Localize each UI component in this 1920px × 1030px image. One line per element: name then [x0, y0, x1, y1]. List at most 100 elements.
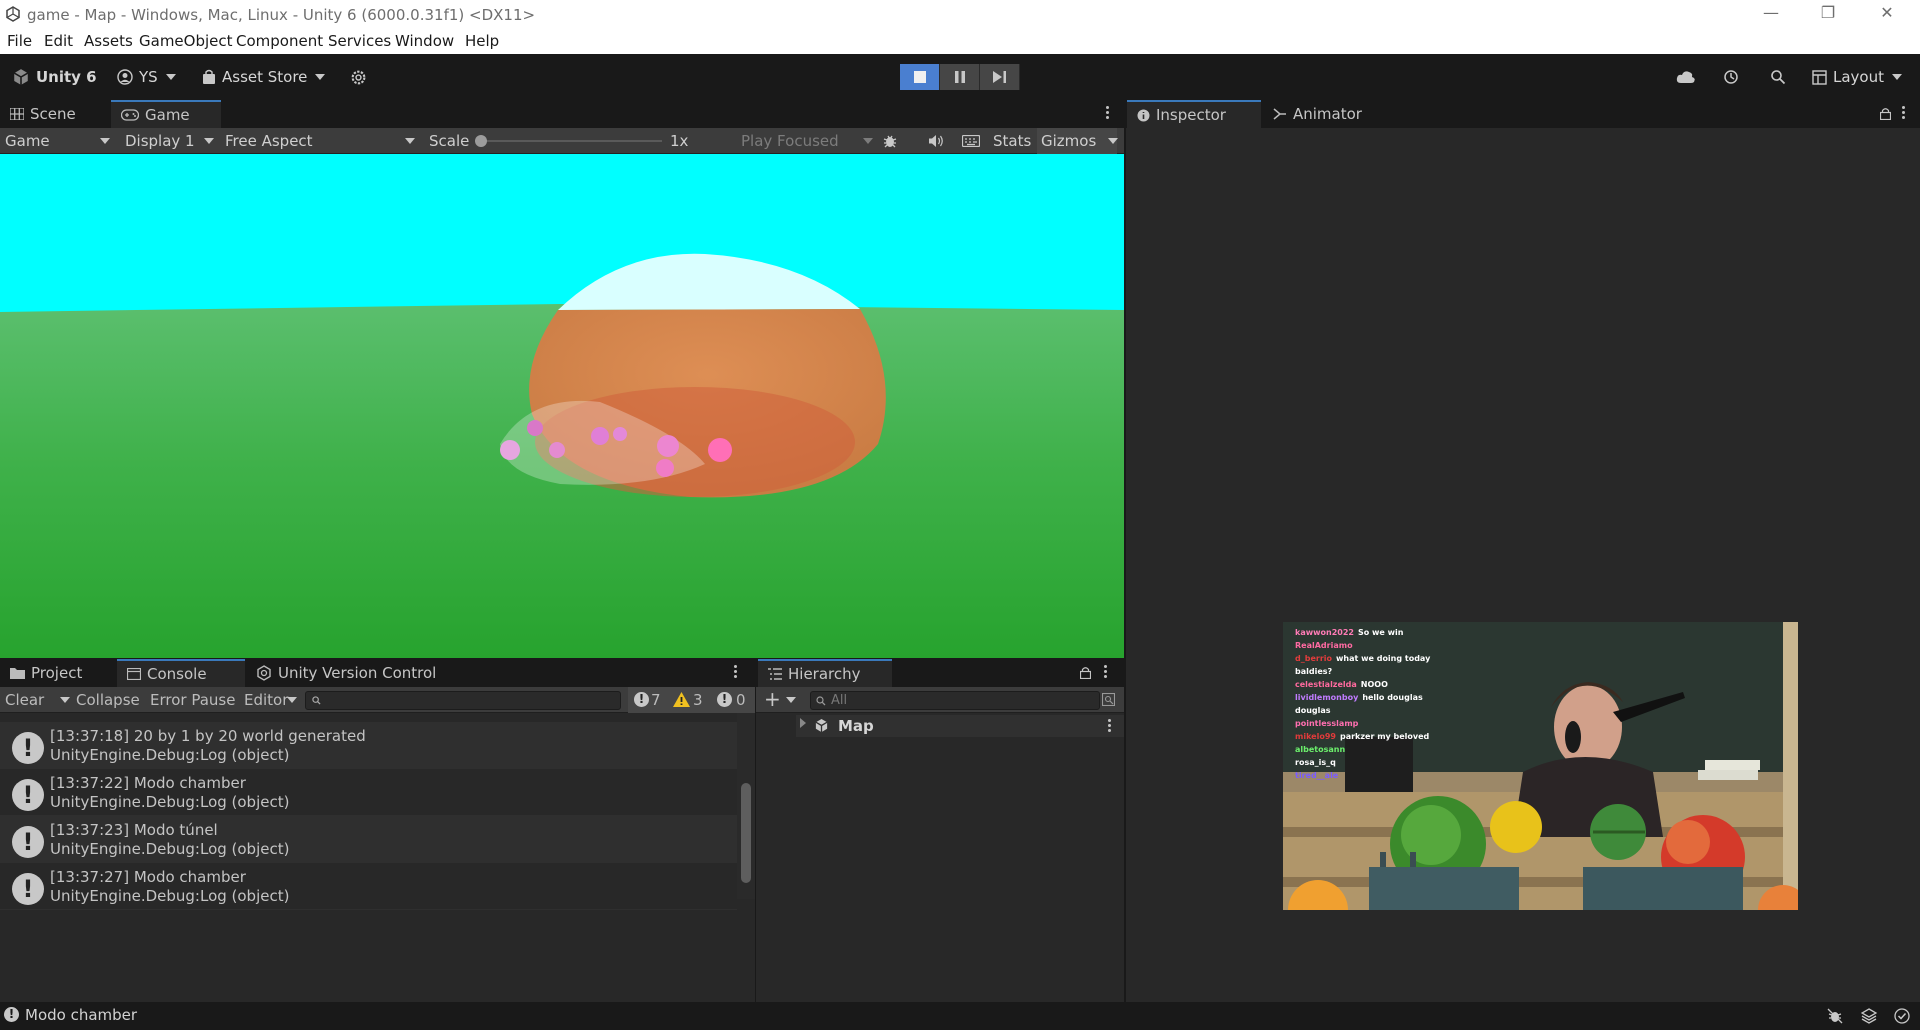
log-entry[interactable]: ! [13:37:27] Modo chamber UnityEngine.De…	[0, 863, 737, 910]
layout-dropdown[interactable]: Layout	[1812, 65, 1902, 89]
tab-game-label: Game	[145, 106, 190, 124]
scene-row-menu-icon[interactable]	[1108, 719, 1114, 735]
collapse-button[interactable]: Collapse	[76, 691, 140, 709]
scrollbar-thumb[interactable]	[741, 783, 751, 883]
error-count[interactable]: 0	[736, 691, 746, 709]
layers-icon[interactable]	[1861, 1008, 1877, 1024]
error-pause-button[interactable]: Error Pause	[150, 691, 235, 709]
lock-icon[interactable]	[1080, 666, 1091, 679]
menu-gameobject[interactable]: GameObject	[139, 32, 233, 50]
unity-logo-icon	[6, 6, 20, 22]
cloud-services-button[interactable]	[350, 65, 373, 89]
expand-arrow-icon[interactable]	[800, 718, 806, 728]
warning-icon[interactable]	[673, 692, 690, 707]
game-viewport[interactable]	[0, 154, 1124, 658]
panel-menu-icon[interactable]	[1106, 106, 1112, 122]
tab-animator[interactable]: Animator	[1263, 100, 1393, 128]
chat-text: baldies?	[1295, 667, 1333, 676]
pink-blob	[500, 440, 520, 460]
add-icon[interactable]: +	[764, 687, 781, 711]
status-bar: ! Modo chamber	[0, 1002, 1920, 1030]
panel-menu-icon[interactable]	[734, 665, 740, 681]
checkmark-circle-icon[interactable]	[1894, 1008, 1910, 1024]
scene-search-icon[interactable]	[1102, 693, 1115, 706]
warning-count[interactable]: 3	[693, 691, 703, 709]
scene-name: Map	[838, 717, 874, 735]
display-dropdown[interactable]: Display 1	[125, 132, 195, 150]
menu-services[interactable]: Services	[328, 32, 391, 50]
menu-file[interactable]: File	[7, 32, 32, 50]
chat-message: lividlemonboy hello douglas douglas	[1295, 691, 1445, 717]
step-button[interactable]	[980, 64, 1020, 90]
scale-slider-track[interactable]	[478, 140, 662, 142]
cloud-icon	[1676, 71, 1695, 83]
tab-game[interactable]: Game	[111, 100, 221, 128]
debug-mode-icon[interactable]	[1827, 1008, 1843, 1024]
log-count[interactable]: 7	[651, 691, 661, 709]
log-message: [13:37:22] Modo chamber	[50, 774, 246, 792]
play-button[interactable]	[900, 64, 940, 90]
view-mode-dropdown[interactable]: Game	[5, 132, 50, 150]
chat-username: kawwon2022	[1295, 628, 1354, 637]
info-log-icon: !	[12, 873, 44, 905]
chat-username: d_berrio	[1295, 654, 1333, 663]
asset-store-label: Asset Store	[222, 68, 308, 86]
error-icon[interactable]: !	[717, 692, 732, 707]
chat-message: rosa_is_q	[1295, 756, 1445, 769]
unity-menu-button[interactable]: Unity 6	[12, 65, 97, 89]
tab-project[interactable]: Project	[0, 659, 116, 687]
tab-console[interactable]: Console	[117, 659, 245, 687]
scale-slider-handle[interactable]	[475, 135, 487, 147]
menu-edit[interactable]: Edit	[44, 32, 73, 50]
scale-value: 1x	[670, 132, 689, 150]
menu-window[interactable]: Window	[395, 32, 454, 50]
speaker-icon[interactable]	[928, 134, 944, 148]
chevron-down-icon	[405, 138, 415, 144]
tab-version-control[interactable]: Unity Version Control	[246, 659, 456, 687]
stats-button[interactable]: Stats	[993, 132, 1031, 150]
asset-store-dropdown[interactable]: Asset Store	[202, 65, 326, 89]
chevron-down-icon	[315, 74, 326, 80]
shopping-bag-icon	[203, 69, 215, 84]
menu-component[interactable]: Component	[236, 32, 323, 50]
chevron-down-icon[interactable]	[786, 697, 796, 703]
log-entry[interactable]: ! [13:37:22] Modo chamber UnityEngine.De…	[0, 769, 737, 816]
game-toolbar: Game Display 1 Free Aspect Scale 1x Play…	[0, 128, 1124, 154]
minimize-button[interactable]: —	[1756, 3, 1786, 25]
account-dropdown[interactable]: YS	[117, 65, 176, 89]
play-focus-dropdown[interactable]: Play Focused	[741, 132, 839, 150]
console-scrollbar[interactable]	[737, 713, 755, 899]
chevron-down-icon[interactable]	[60, 697, 70, 703]
panel-menu-icon[interactable]	[1902, 106, 1908, 122]
log-entry[interactable]: ! [13:37:18] 20 by 1 by 20 world generat…	[0, 722, 737, 769]
hierarchy-scene-row[interactable]: Map	[796, 715, 1124, 737]
bug-icon[interactable]	[882, 133, 898, 149]
status-message[interactable]: Modo chamber	[25, 1006, 137, 1024]
search-button[interactable]	[1770, 65, 1792, 89]
menu-help[interactable]: Help	[465, 32, 499, 50]
tab-animator-label: Animator	[1293, 105, 1362, 123]
info-icon[interactable]: !	[634, 692, 649, 707]
menu-assets[interactable]: Assets	[84, 32, 133, 50]
restore-button[interactable]: ❐	[1813, 3, 1843, 25]
aspect-dropdown[interactable]: Free Aspect	[225, 132, 313, 150]
console-search-input[interactable]	[305, 691, 621, 710]
lock-icon[interactable]	[1880, 107, 1891, 120]
tab-inspector[interactable]: Inspector	[1127, 100, 1261, 128]
chevron-down-icon	[863, 138, 873, 144]
tab-hierarchy[interactable]: Hierarchy	[758, 659, 892, 687]
log-entry[interactable]: ! [13:37:23] Modo túnel UnityEngine.Debu…	[0, 816, 737, 863]
search-icon	[312, 696, 321, 705]
clear-button[interactable]: Clear	[5, 691, 44, 709]
undo-history-button[interactable]	[1723, 65, 1745, 89]
chevron-down-icon	[1108, 138, 1118, 144]
keyboard-icon[interactable]	[962, 135, 980, 147]
hierarchy-search-input[interactable]: All	[810, 691, 1100, 710]
panel-menu-icon[interactable]	[1104, 665, 1110, 681]
close-button[interactable]: ✕	[1872, 3, 1902, 25]
pause-button[interactable]	[940, 64, 980, 90]
editor-dropdown[interactable]: Editor	[244, 691, 288, 709]
chat-text: So we win	[1357, 628, 1404, 637]
cloud-button[interactable]	[1676, 65, 1702, 89]
tab-scene[interactable]: Scene	[0, 100, 110, 128]
